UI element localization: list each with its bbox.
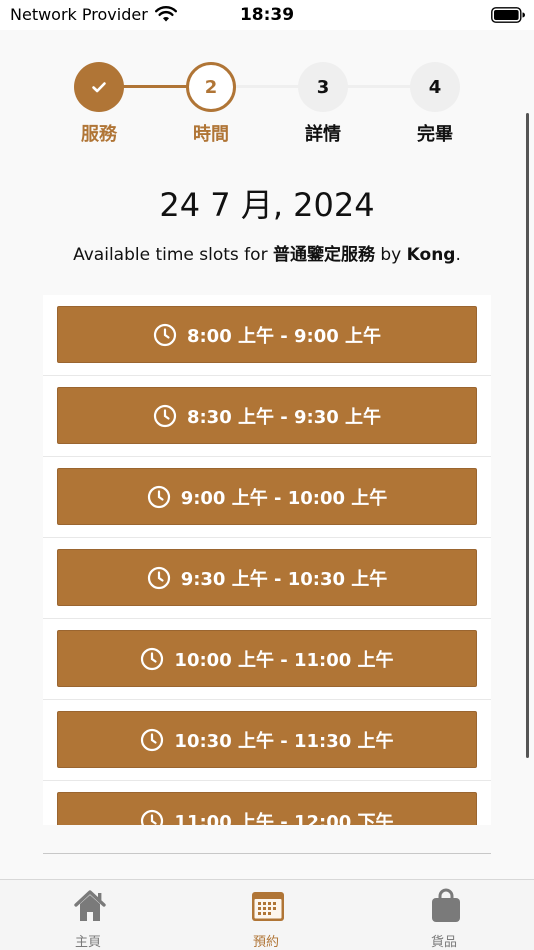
list-item: 11:00 上午 - 12:00 下午	[43, 781, 491, 825]
list-item: 10:00 上午 - 11:00 上午	[43, 619, 491, 700]
time-slot-button[interactable]: 9:30 上午 - 10:30 上午	[57, 549, 477, 606]
clock-icon	[147, 566, 170, 589]
step-4-label: 完畢	[417, 124, 453, 145]
service-name: 普通鑒定服務	[272, 245, 375, 265]
shopping-bag-icon	[432, 888, 460, 922]
step-1-circle[interactable]	[74, 62, 124, 112]
check-icon	[92, 82, 106, 93]
subtitle-by: by	[374, 245, 407, 265]
availability-subtitle: Available time slots for 普通鑒定服務 by Kong.	[0, 240, 534, 265]
clock-icon	[153, 404, 177, 427]
battery-icon	[491, 7, 525, 23]
time-slot-label: 8:00 上午 - 9:00 上午	[186, 325, 382, 347]
list-item: 10:30 上午 - 11:30 上午	[43, 700, 491, 781]
step-1-label: 服務	[81, 124, 117, 145]
time-slot-label: 9:30 上午 - 10:30 上午	[180, 568, 388, 590]
step-connector-2	[234, 85, 300, 88]
step-connector-3	[346, 85, 412, 88]
tab-booking-label: 預約	[252, 935, 279, 950]
time-slot-label: 11:00 上午 - 12:00 下午	[174, 811, 394, 826]
list-item: 8:30 上午 - 9:30 上午	[43, 376, 491, 457]
time-slot-label: 9:00 上午 - 10:00 上午	[180, 487, 388, 509]
list-item: 8:00 上午 - 9:00 上午	[43, 295, 491, 376]
list-item: 9:30 上午 - 10:30 上午	[43, 538, 491, 619]
time-slot-label: 10:30 上午 - 11:30 上午	[174, 730, 394, 752]
tab-home-label: 主頁	[74, 935, 101, 950]
clock-icon	[141, 647, 164, 670]
time-slot-list[interactable]: 8:00 上午 - 9:00 上午 8:30 上午 - 9:30 上午 9:00…	[43, 295, 491, 825]
step-4-circle[interactable]: 4	[410, 62, 460, 112]
tab-goods[interactable]: 貨品	[384, 880, 504, 950]
tab-bar: 主頁 預約 貨品	[0, 879, 534, 950]
booking-stepper: 2 3 4 服務 時間 詳情 完畢	[0, 62, 534, 152]
status-time: 18:39	[239, 5, 295, 25]
subtitle-prefix: Available time slots for	[73, 245, 273, 265]
time-slot-button[interactable]: 11:00 上午 - 12:00 下午	[57, 792, 477, 825]
subtitle-suffix: .	[455, 245, 461, 265]
clock-icon	[153, 323, 177, 346]
clock-icon	[141, 728, 164, 751]
step-3-circle[interactable]: 3	[298, 62, 348, 112]
provider-name: Kong	[406, 245, 456, 265]
list-item: 9:00 上午 - 10:00 上午	[43, 457, 491, 538]
status-bar: Network Provider 18:39	[0, 0, 534, 30]
time-slot-button[interactable]: 8:00 上午 - 9:00 上午	[57, 306, 477, 363]
list-bottom-divider	[43, 853, 491, 854]
tab-booking[interactable]: 預約	[206, 880, 326, 950]
step-3-label: 詳情	[305, 124, 341, 145]
tab-goods-label: 貨品	[430, 935, 457, 950]
tab-home[interactable]: 主頁	[28, 880, 148, 950]
clock-icon	[147, 485, 170, 508]
time-slot-button[interactable]: 9:00 上午 - 10:00 上午	[57, 468, 477, 525]
step-2-circle[interactable]: 2	[186, 62, 236, 112]
time-slot-button[interactable]: 8:30 上午 - 9:30 上午	[57, 387, 477, 444]
home-icon	[74, 890, 106, 921]
step-connector-1	[122, 85, 188, 88]
time-slot-button[interactable]: 10:30 上午 - 11:30 上午	[57, 711, 477, 768]
selected-date-title: 24 7 月, 2024	[159, 186, 375, 224]
clock-icon	[141, 809, 164, 825]
calendar-icon	[252, 892, 284, 921]
scrollbar[interactable]	[526, 113, 529, 758]
time-slot-button[interactable]: 10:00 上午 - 11:00 上午	[57, 630, 477, 687]
time-slot-label: 8:30 上午 - 9:30 上午	[186, 406, 382, 428]
time-slot-label: 10:00 上午 - 11:00 上午	[174, 649, 394, 671]
step-2-label: 時間	[193, 124, 229, 145]
